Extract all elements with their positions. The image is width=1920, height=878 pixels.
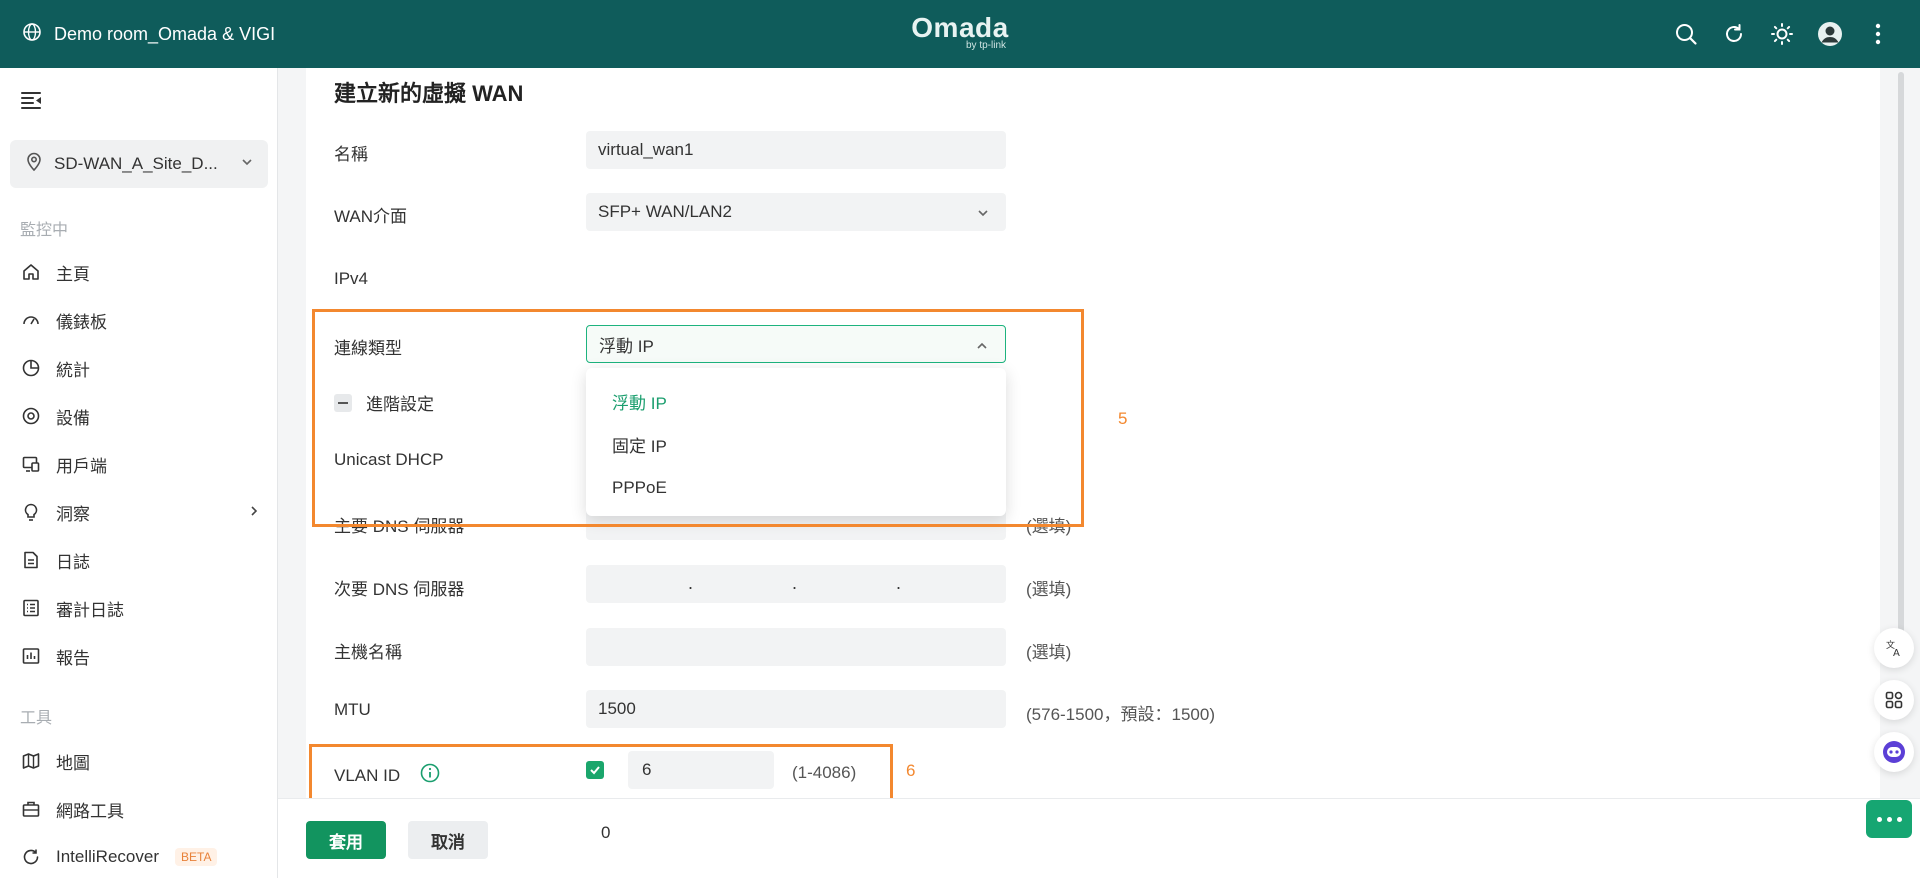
omada-logo: Omada by tp-link xyxy=(910,12,1010,52)
dashboard-icon xyxy=(20,309,42,331)
wan-interface-label: WAN介面 xyxy=(334,207,408,226)
sidebar-item-devices[interactable]: 設備 xyxy=(20,396,268,436)
sidebar-item-label: 審計日誌 xyxy=(56,600,124,620)
sidebar-item-insight[interactable]: 洞察 xyxy=(20,492,268,532)
chat-button[interactable] xyxy=(1866,800,1912,838)
annotation-6: 6 xyxy=(906,761,916,780)
group-title-tools: 工具 xyxy=(20,710,53,727)
sidebar-item-label: 地圖 xyxy=(56,753,90,773)
secondary-dns-hint: (選填) xyxy=(1026,580,1072,599)
group-title-monitor: 監控中 xyxy=(20,222,69,239)
wan-interface-select[interactable]: SFP+ WAN/LAN2 xyxy=(586,193,1006,231)
site-selector-label: SD-WAN_A_Site_D... xyxy=(54,154,218,173)
more-icon[interactable] xyxy=(1864,20,1892,48)
top-bar: Demo room_Omada & VIGI Omada by tp-link xyxy=(0,0,1920,68)
name-label: 名稱 xyxy=(334,145,368,164)
scrollbar[interactable] xyxy=(1898,72,1904,662)
sidebar-item-label: 洞察 xyxy=(56,504,90,524)
highlight-box-6 xyxy=(309,744,893,805)
statistics-icon xyxy=(20,357,42,379)
sidebar-item-label: 網路工具 xyxy=(56,801,124,821)
highlight-box-5 xyxy=(312,309,1084,527)
sidebar-item-label: IntelliRecover xyxy=(56,847,159,866)
audit-log-icon xyxy=(20,597,42,619)
assistant-icon[interactable] xyxy=(1874,732,1914,772)
sidebar-item-home[interactable]: 主頁 xyxy=(20,252,268,292)
cancel-button[interactable]: 取消 xyxy=(408,821,488,859)
site-name: Demo room_Omada & VIGI xyxy=(54,24,276,44)
sidebar-item-dashboard[interactable]: 儀錶板 xyxy=(20,300,268,340)
hostname-input[interactable] xyxy=(586,628,1006,666)
ipv4-section-label: IPv4 xyxy=(334,269,369,288)
wan-interface-value: SFP+ WAN/LAN2 xyxy=(598,202,732,221)
secondary-dns-input[interactable]: ... xyxy=(586,565,1006,603)
sidebar: SD-WAN_A_Site_D... 監控中 主頁 儀錶板 統計 設備 用戶端 … xyxy=(0,68,278,878)
sidebar-item-clients[interactable]: 用戶端 xyxy=(20,444,268,484)
translate-icon[interactable]: 文A xyxy=(1874,628,1914,668)
sidebar-item-label: 用戶端 xyxy=(56,456,107,476)
beta-badge: BETA xyxy=(175,848,218,866)
chat-dot xyxy=(1886,816,1892,822)
annotation-5: 5 xyxy=(1118,409,1128,428)
sidebar-item-map[interactable]: 地圖 xyxy=(20,741,268,781)
sidebar-item-intellirecover[interactable]: IntelliRecover BETA xyxy=(20,837,268,877)
home-icon xyxy=(20,261,42,283)
chat-dot xyxy=(1876,816,1882,822)
sidebar-item-audit-log[interactable]: 審計日誌 xyxy=(20,588,268,628)
user-avatar[interactable] xyxy=(1816,20,1844,48)
page-title: 建立新的虛擬 WAN xyxy=(334,81,524,106)
brand-name: Omada xyxy=(911,12,1009,43)
sidebar-item-statistics[interactable]: 統計 xyxy=(20,348,268,388)
footer-value: 0 xyxy=(601,823,611,842)
log-icon xyxy=(20,549,42,571)
clients-icon xyxy=(20,453,42,475)
hostname-hint: (選填) xyxy=(1026,643,1072,662)
refresh-icon[interactable] xyxy=(1720,20,1748,48)
search-icon[interactable] xyxy=(1672,20,1700,48)
hostname-label: 主機名稱 xyxy=(334,643,402,662)
svg-text:A: A xyxy=(1893,648,1900,658)
sidebar-item-label: 報告 xyxy=(56,648,90,668)
chevron-right-icon xyxy=(248,502,260,522)
secondary-dns-label: 次要 DNS 伺服器 xyxy=(334,580,465,599)
name-input[interactable]: virtual_wan1 xyxy=(586,131,1006,169)
globe-icon xyxy=(22,22,42,47)
sidebar-item-report[interactable]: 報告 xyxy=(20,636,268,676)
sidebar-item-label: 統計 xyxy=(56,360,90,380)
chat-dot xyxy=(1896,816,1902,822)
devices-icon xyxy=(20,405,42,427)
mtu-hint: (576-1500，預設：1500) xyxy=(1026,705,1215,724)
theme-icon[interactable] xyxy=(1768,20,1796,48)
mtu-input[interactable]: 1500 xyxy=(586,690,1006,728)
chevron-down-icon xyxy=(976,205,990,225)
site-title[interactable]: Demo room_Omada & VIGI xyxy=(22,22,275,47)
network-tools-icon xyxy=(20,798,42,820)
apps-icon[interactable] xyxy=(1874,680,1914,720)
form-footer xyxy=(278,798,1920,878)
map-icon xyxy=(20,750,42,772)
location-icon xyxy=(24,152,44,177)
insight-icon xyxy=(20,501,42,523)
site-selector[interactable]: SD-WAN_A_Site_D... xyxy=(10,140,268,188)
sidebar-item-log[interactable]: 日誌 xyxy=(20,540,268,580)
apply-button[interactable]: 套用 xyxy=(306,821,386,859)
sidebar-item-label: 設備 xyxy=(56,408,90,428)
sidebar-item-network-tools[interactable]: 網路工具 xyxy=(20,789,268,829)
sidebar-item-label: 主頁 xyxy=(56,264,90,284)
chevron-down-icon xyxy=(240,154,254,174)
intellirecover-icon xyxy=(20,846,42,868)
collapse-menu-icon[interactable] xyxy=(20,88,44,112)
sidebar-item-label: 儀錶板 xyxy=(56,312,107,332)
sidebar-item-label: 日誌 xyxy=(56,552,90,572)
mtu-label: MTU xyxy=(334,700,371,719)
report-icon xyxy=(20,645,42,667)
